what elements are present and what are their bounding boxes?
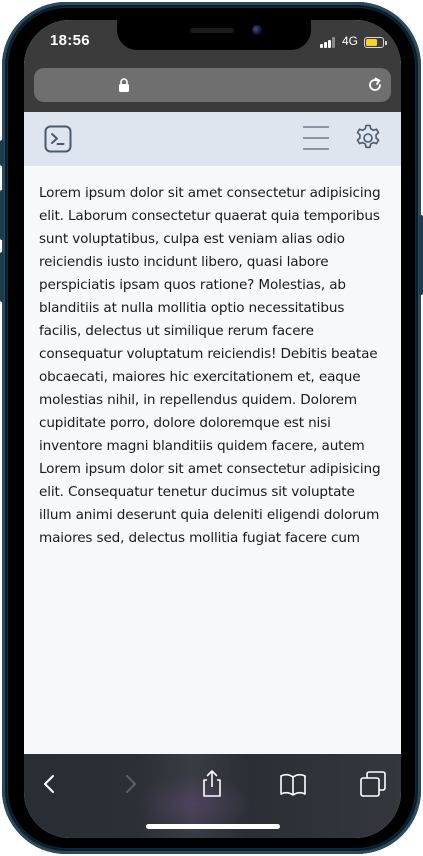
home-indicator[interactable] bbox=[146, 824, 280, 829]
browser-toolbar bbox=[24, 754, 401, 838]
forward-icon[interactable] bbox=[114, 768, 146, 800]
gear-icon[interactable] bbox=[354, 124, 382, 152]
address-bar[interactable] bbox=[34, 68, 391, 102]
terminal-icon[interactable] bbox=[44, 125, 72, 153]
notch bbox=[117, 20, 311, 50]
reload-icon[interactable] bbox=[366, 76, 384, 94]
speaker-grille bbox=[190, 28, 234, 33]
side-button-left bbox=[0, 140, 4, 166]
tabs-icon[interactable] bbox=[357, 768, 389, 800]
status-time: 18:56 bbox=[50, 32, 90, 49]
side-button-left bbox=[0, 252, 4, 302]
battery-level bbox=[366, 39, 377, 46]
side-button-left bbox=[0, 190, 4, 240]
hamburger-menu-icon[interactable] bbox=[302, 125, 330, 151]
main-paragraph: Lorem ipsum dolor sit amet consectetur a… bbox=[39, 185, 381, 546]
front-camera bbox=[252, 25, 262, 35]
battery-icon bbox=[364, 37, 387, 48]
network-type: 4G bbox=[342, 34, 359, 48]
side-button-right bbox=[419, 215, 423, 295]
app-header bbox=[24, 112, 401, 166]
cellular-signal-icon bbox=[320, 37, 336, 48]
share-icon[interactable] bbox=[196, 768, 228, 800]
bookmarks-icon[interactable] bbox=[277, 768, 309, 800]
back-icon[interactable] bbox=[34, 768, 66, 800]
lock-icon bbox=[119, 78, 129, 92]
phone-screen: 18:56 4G Lorem ipsum dolor sit amet cons… bbox=[24, 20, 401, 838]
